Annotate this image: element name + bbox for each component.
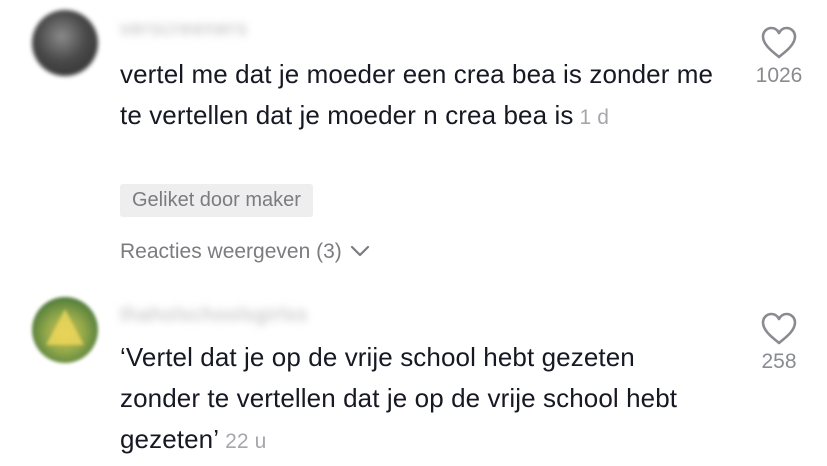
comment-username[interactable]: verscreeners bbox=[120, 18, 248, 41]
like-button[interactable]: 258 bbox=[742, 312, 816, 374]
triangle-icon bbox=[46, 309, 84, 345]
view-replies-label: Reacties weergeven (3) bbox=[120, 240, 342, 263]
like-button[interactable]: 1026 bbox=[742, 26, 816, 88]
comment-text: vertel me dat je moeder een crea bea is … bbox=[120, 54, 720, 138]
comment-timestamp: 22 u bbox=[225, 430, 267, 453]
comment-body: vertel me dat je moeder een crea bea is … bbox=[120, 59, 714, 130]
liked-by-creator-badge: Geliket door maker bbox=[120, 184, 313, 217]
avatar[interactable] bbox=[32, 10, 98, 76]
avatar[interactable] bbox=[32, 297, 98, 363]
comment-text: ‘Vertel dat je op de vrije school hebt g… bbox=[120, 337, 720, 462]
like-count: 258 bbox=[761, 350, 797, 373]
comment-body: ‘Vertel dat je op de vrije school hebt g… bbox=[120, 342, 678, 454]
heart-outline-icon bbox=[742, 312, 816, 346]
chevron-down-icon bbox=[350, 240, 370, 264]
like-count: 1026 bbox=[755, 64, 803, 87]
heart-outline-icon bbox=[742, 26, 816, 60]
view-replies-button[interactable]: Reacties weergeven (3) bbox=[120, 240, 370, 264]
comment-username[interactable]: thaholschoolsgirlss bbox=[120, 304, 308, 327]
comment-timestamp: 1 d bbox=[579, 106, 609, 129]
